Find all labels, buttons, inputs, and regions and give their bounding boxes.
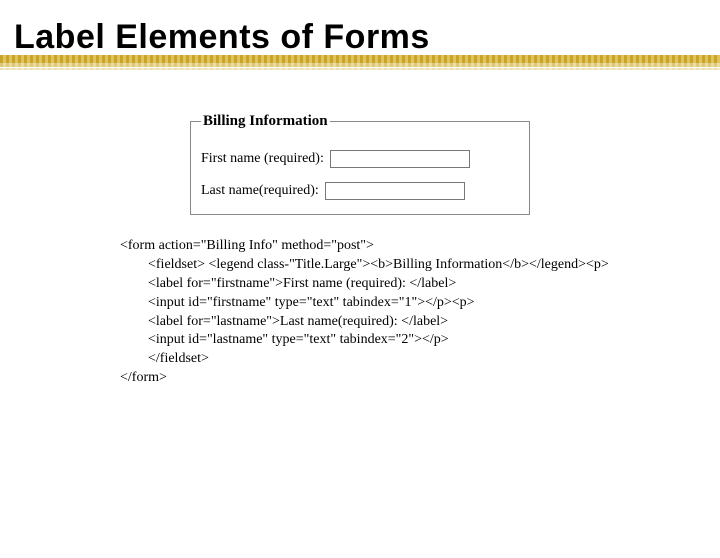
firstname-label: First name (required):: [201, 151, 324, 167]
form-row-lastname: Last name(required):: [201, 182, 519, 200]
code-line: </form>: [120, 370, 167, 385]
form-demo: Billing Information First name (required…: [190, 113, 530, 215]
code-line: <input id="firstname" type="text" tabind…: [120, 295, 475, 310]
billing-fieldset: Billing Information First name (required…: [190, 113, 530, 215]
title-underline: [0, 55, 720, 73]
form-row-firstname: First name (required):: [201, 150, 519, 168]
code-line: <label for="lastname">Last name(required…: [120, 314, 448, 329]
page-title: Label Elements of Forms: [14, 18, 720, 57]
lastname-label: Last name(required):: [201, 183, 319, 199]
firstname-input[interactable]: [330, 150, 470, 168]
fieldset-legend: Billing Information: [201, 113, 330, 130]
code-line: <input id="lastname" type="text" tabinde…: [120, 332, 449, 347]
code-line: <form action="Billing Info" method="post…: [120, 238, 374, 253]
code-line: </fieldset>: [120, 351, 209, 366]
code-block: <form action="Billing Info" method="post…: [120, 237, 720, 388]
lastname-input[interactable]: [325, 182, 465, 200]
code-line: <label for="firstname">First name (requi…: [120, 276, 456, 291]
code-line: <fieldset> <legend class-"Title.Large"><…: [120, 257, 609, 272]
